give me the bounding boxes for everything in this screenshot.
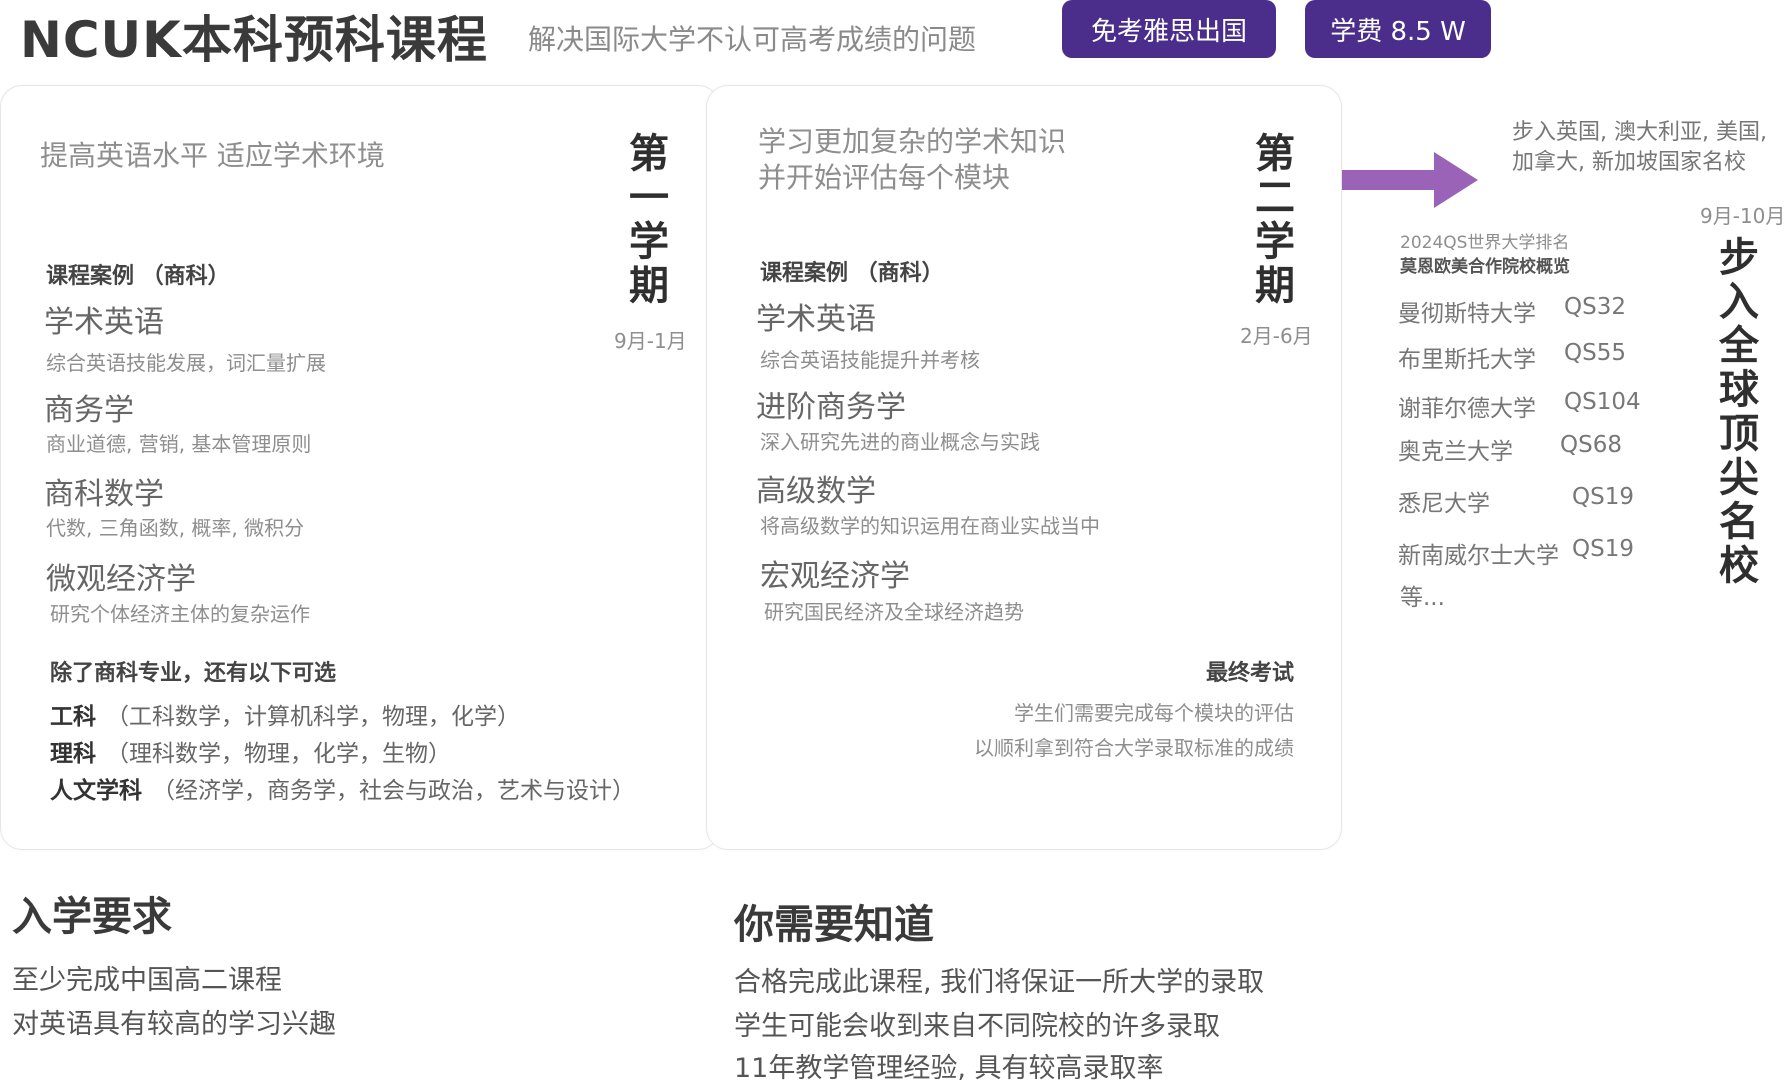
requirement-line: 至少完成中国高二课程 bbox=[12, 965, 282, 996]
term1-case-heading: 课程案例 （商科） bbox=[46, 264, 230, 289]
term1-course-name: 微观经济学 bbox=[46, 562, 196, 597]
option-science: 理科 （理科数学，物理，化学，生物） bbox=[50, 741, 451, 767]
option-engineering: 工科 （工科数学，计算机科学，物理，化学） bbox=[50, 704, 520, 730]
term1-course-desc: 商业道德, 营销, 基本管理原则 bbox=[46, 432, 312, 456]
options-heading: 除了商科专业，还有以下可选 bbox=[50, 661, 337, 686]
final-exam-line: 以顺利拿到符合大学录取标准的成绩 bbox=[974, 736, 1294, 760]
term1-course-desc: 研究个体经济主体的复杂运作 bbox=[50, 602, 310, 626]
final-exam-heading: 最终考试 bbox=[1205, 661, 1294, 686]
university-rank: QS104 bbox=[1564, 389, 1641, 415]
term2-course-desc: 研究国民经济及全球经济趋势 bbox=[764, 600, 1024, 624]
term2-course-name: 高级数学 bbox=[756, 474, 876, 509]
know-heading: 你需要知道 bbox=[734, 902, 934, 948]
term2-case-heading: 课程案例 （商科） bbox=[760, 261, 944, 286]
option-humanities: 人文学科 （经济学，商务学，社会与政治，艺术与设计） bbox=[50, 778, 635, 804]
term2-course-name: 学术英语 bbox=[756, 302, 876, 337]
term1-label: 第 一 学 期 bbox=[629, 131, 669, 309]
term2-course-name: 宏观经济学 bbox=[760, 559, 910, 594]
know-line: 合格完成此课程, 我们将保证一所大学的录取 bbox=[734, 967, 1265, 998]
final-exam-line: 学生们需要完成每个模块的评估 bbox=[1014, 701, 1294, 725]
term1-course-name: 学术英语 bbox=[44, 305, 164, 340]
requirements-heading: 入学要求 bbox=[12, 894, 172, 940]
ranking-subheading: 莫恩欧美合作院校概览 bbox=[1400, 257, 1570, 277]
university-rank: QS32 bbox=[1564, 294, 1626, 320]
term2-label: 第 二 学 期 bbox=[1255, 131, 1295, 309]
term1-course-desc: 代数, 三角函数, 概率, 微积分 bbox=[46, 516, 305, 540]
final-exam: 最终考试 学生们需要完成每个模块的评估 以顺利拿到符合大学录取标准的成绩 bbox=[940, 655, 1294, 761]
etc-text: 等... bbox=[1400, 585, 1445, 611]
arrow-right-icon bbox=[1342, 152, 1478, 208]
term2-course-desc: 深入研究先进的商业概念与实践 bbox=[760, 430, 1040, 454]
university-rank: QS19 bbox=[1572, 536, 1634, 562]
ielts-free-badge: 免考雅思出国 bbox=[1062, 0, 1276, 58]
page-title: NCUK本科预科课程 bbox=[20, 11, 488, 69]
know-line: 学生可能会收到来自不同院校的许多录取 bbox=[734, 1011, 1220, 1042]
global-slogan: 步 入 全 球 顶 尖 名 校 bbox=[1719, 235, 1759, 589]
term1-course-desc: 综合英语技能发展，词汇量扩展 bbox=[46, 351, 326, 375]
university-row: 悉尼大学 bbox=[1398, 491, 1490, 517]
term1-intro: 提高英语水平 适应学术环境 bbox=[40, 139, 385, 172]
term1-course-name: 商务学 bbox=[44, 393, 134, 428]
university-rank: QS68 bbox=[1560, 432, 1622, 458]
ranking-heading: 2024QS世界大学排名 bbox=[1400, 233, 1570, 253]
term1-date: 9月-1月 bbox=[614, 329, 687, 353]
term2-date: 2月-6月 bbox=[1240, 324, 1313, 348]
term2-course-desc: 综合英语技能提升并考核 bbox=[760, 348, 980, 372]
term2-intro: 学习更加复杂的学术知识 并开始评估每个模块 bbox=[758, 125, 1067, 194]
university-row: 新南威尔士大学 bbox=[1398, 543, 1559, 569]
university-row: 曼彻斯特大学 bbox=[1398, 301, 1536, 327]
term2-course-name: 进阶商务学 bbox=[756, 390, 906, 425]
university-row: 奥克兰大学 bbox=[1398, 439, 1513, 465]
term2-course-desc: 将高级数学的知识运用在商业实战当中 bbox=[760, 514, 1100, 538]
term1-course-name: 商科数学 bbox=[44, 477, 164, 512]
university-row: 布里斯托大学 bbox=[1398, 347, 1536, 373]
tuition-badge: 学费 8.5 W bbox=[1305, 0, 1491, 58]
page-subtitle: 解决国际大学不认可高考成绩的问题 bbox=[528, 23, 977, 56]
university-row: 谢菲尔德大学 bbox=[1398, 396, 1536, 422]
destination-date: 9月-10月 bbox=[1700, 204, 1784, 228]
university-rank: QS19 bbox=[1572, 484, 1634, 510]
know-line: 11年教学管理经验, 具有较高录取率 bbox=[734, 1053, 1164, 1084]
requirement-line: 对英语具有较高的学习兴趣 bbox=[12, 1009, 336, 1040]
destination-text: 步入英国, 澳大利亚, 美国, 加拿大, 新加坡国家名校 bbox=[1512, 120, 1767, 175]
university-rank: QS55 bbox=[1564, 340, 1626, 366]
